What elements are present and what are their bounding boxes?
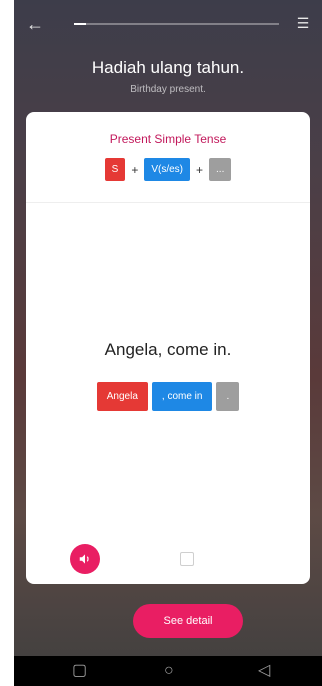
triangle-back-icon[interactable]: ◁ <box>258 661 270 681</box>
top-bar: ← ☰ <box>14 0 322 46</box>
progress-fill <box>74 23 87 25</box>
sentence-text: Angela, come in. <box>104 340 232 359</box>
pattern-plus: + <box>196 162 204 177</box>
sentence-blocks: Angela , come in . <box>26 382 310 411</box>
list-menu-icon[interactable]: ☰ <box>294 14 312 32</box>
pattern-title: Present Simple Tense <box>109 132 227 146</box>
square-icon[interactable]: ▢ <box>72 661 87 681</box>
sentence-block-verb[interactable]: , come in <box>151 382 213 411</box>
lesson-subtitle: Birthday present. <box>130 84 206 95</box>
sentence-block-punctuation[interactable]: . <box>216 382 240 411</box>
back-arrow-icon[interactable]: ← <box>26 14 46 34</box>
lesson-title: Hadiah ulang tahun. <box>91 58 245 77</box>
circle-icon[interactable]: ○ <box>164 661 174 681</box>
pattern-chip-subject: S <box>104 158 126 181</box>
speaker-icon <box>79 554 89 564</box>
pattern-chip-verb: V(s/es) <box>144 158 190 181</box>
progress-bar <box>74 23 279 25</box>
system-nav-bar: ▢ ○ ◁ <box>14 656 322 686</box>
see-detail-button[interactable]: See detail <box>133 604 243 638</box>
pattern-plus: + <box>131 162 139 177</box>
sentence-card: Present Simple Tense S + V(s/es) + ... A… <box>26 112 310 584</box>
app-screen: ← ☰ Hadiah ulang tahun. Birthday present… <box>14 0 322 686</box>
audio-button[interactable] <box>70 544 100 574</box>
sentence-block-subject[interactable]: Angela <box>96 382 148 411</box>
pattern-formula: S + V(s/es) + ... <box>26 158 310 181</box>
book-icon[interactable] <box>180 552 194 566</box>
pattern-chip-rest: ... <box>209 158 232 181</box>
